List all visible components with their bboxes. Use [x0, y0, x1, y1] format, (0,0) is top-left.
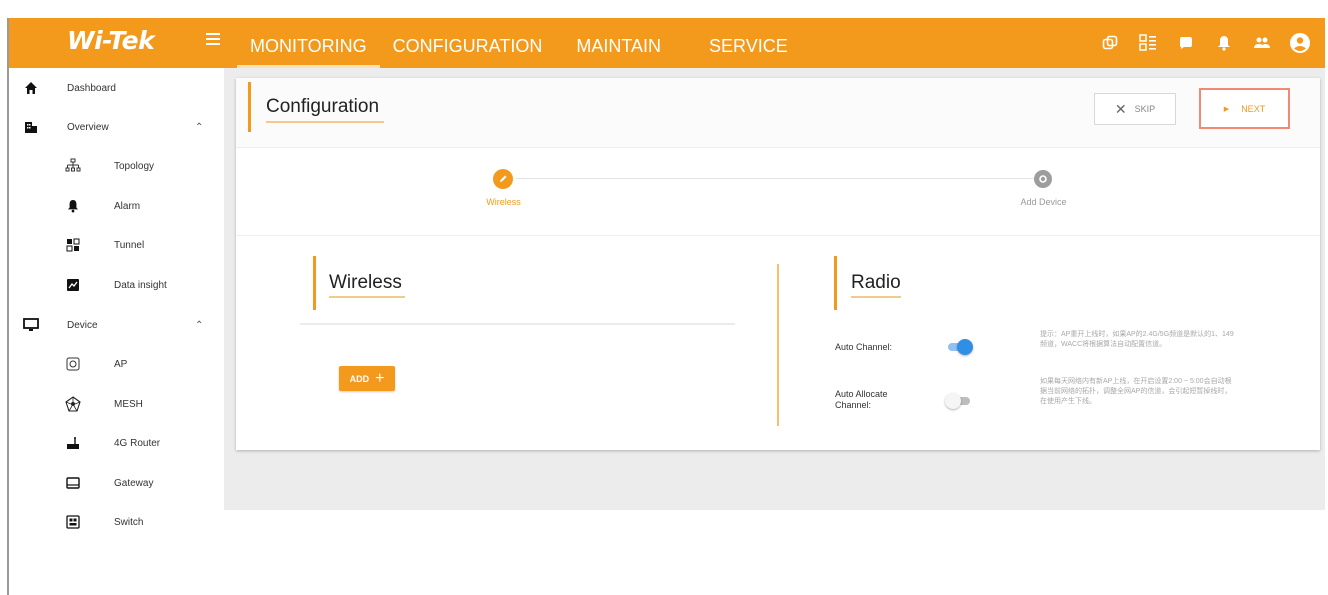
add-label: ADD: [349, 373, 370, 384]
monitor-icon: [23, 317, 39, 333]
sidebar-item-label: 4G Router: [114, 437, 161, 449]
sidebar-item-switch[interactable]: Switch: [9, 504, 224, 540]
radio-title-underline: [851, 296, 901, 298]
sidebar-item-label: Overview: [67, 121, 109, 133]
sidebar-item-dashboard[interactable]: Dashboard: [9, 70, 224, 106]
qr-grid-icon[interactable]: [1137, 32, 1159, 54]
sidebar-item-label: Topology: [114, 160, 155, 172]
home-icon: [23, 80, 39, 96]
tunnel-icon: [65, 237, 81, 253]
step-wireless-label[interactable]: Wireless: [481, 197, 526, 207]
stepper: Wireless Add Device: [236, 149, 1320, 236]
sidebar-item-ap[interactable]: AP: [9, 346, 224, 382]
gateway-icon: [65, 475, 81, 491]
section-divider: [777, 264, 779, 426]
mesh-icon: [65, 396, 81, 412]
sidebar-item-gateway[interactable]: Gateway: [9, 465, 224, 501]
switch-icon: [65, 514, 81, 530]
app-window: Wi-Tek MONITORING CONFIGURATION MAINTAIN…: [0, 0, 1328, 595]
sidebar-item-label: Gateway: [114, 477, 154, 489]
plus-icon: +: [375, 369, 385, 387]
settings-icon[interactable]: [1034, 170, 1052, 188]
play-icon: ▶: [1223, 105, 1230, 113]
sidebar-item-overview[interactable]: Overview ⌃: [9, 109, 224, 145]
nav-configuration[interactable]: CONFIGURATION: [380, 18, 556, 68]
nav-service[interactable]: SERVICE: [696, 18, 801, 68]
auto-allocate-toggle[interactable]: [945, 393, 975, 409]
sidebar-item-mesh[interactable]: MESH: [9, 386, 224, 422]
radio-title: Radio: [851, 272, 901, 293]
wireless-divider: [300, 323, 735, 325]
link-icon[interactable]: [1099, 32, 1121, 54]
chevron-up-icon[interactable]: ⌃: [195, 320, 203, 331]
sidebar-item-label: Alarm: [114, 200, 141, 212]
wireless-title: Wireless: [329, 272, 402, 293]
chevron-up-icon[interactable]: ⌃: [195, 122, 203, 133]
chat-icon[interactable]: [1175, 32, 1197, 54]
sidebar-item-alarm[interactable]: Alarm: [9, 188, 224, 224]
menu-toggle-icon[interactable]: [206, 33, 220, 45]
step-add-device-label[interactable]: Add Device: [1011, 197, 1076, 207]
page-title: Configuration: [266, 96, 380, 117]
configuration-card: Configuration ✕ SKIP ▶ NEXT Wireless Add…: [236, 78, 1320, 450]
sidebar: Dashboard Overview ⌃ Topology Alarm Tunn…: [9, 68, 224, 595]
users-icon[interactable]: [1251, 32, 1273, 54]
close-icon: ✕: [1114, 100, 1127, 117]
next-label: NEXT: [1241, 103, 1266, 114]
auto-channel-toggle[interactable]: [945, 339, 975, 355]
sidebar-item-tunnel[interactable]: Tunnel: [9, 227, 224, 263]
chart-icon: [65, 277, 81, 293]
topology-icon: [65, 158, 81, 174]
wireless-accent-bar: [313, 256, 316, 310]
radio-accent-bar: [834, 256, 837, 310]
edit-icon[interactable]: [493, 169, 513, 189]
ap-icon: [65, 356, 81, 372]
bell-icon[interactable]: [1213, 32, 1235, 54]
card-header: Configuration ✕ SKIP ▶ NEXT: [236, 78, 1320, 148]
top-bar: Wi-Tek MONITORING CONFIGURATION MAINTAIN…: [9, 18, 1325, 68]
sidebar-item-label: Tunnel: [114, 239, 145, 251]
title-underline: [266, 121, 384, 123]
brand-logo[interactable]: Wi-Tek: [67, 22, 167, 62]
skip-button[interactable]: ✕ SKIP: [1094, 93, 1176, 125]
main-nav: MONITORING CONFIGURATION MAINTAIN SERVIC…: [237, 18, 801, 68]
account-icon[interactable]: [1289, 32, 1311, 54]
router-icon: [65, 435, 81, 451]
nav-maintain[interactable]: MAINTAIN: [563, 18, 674, 68]
auto-allocate-label: Auto Allocate Channel:: [835, 389, 888, 410]
auto-channel-hint: 提示：AP重开上线时，如果AP的2.4G/5G频道是默认的1、149频道，WAC…: [1040, 331, 1234, 348]
top-icon-group: [1099, 18, 1311, 68]
sidebar-item-data-insight[interactable]: Data insight: [9, 267, 224, 303]
sidebar-item-4g-router[interactable]: 4G Router: [9, 425, 224, 461]
wireless-title-underline: [329, 296, 405, 298]
sidebar-item-topology[interactable]: Topology: [9, 148, 224, 184]
sidebar-item-label: Data insight: [114, 279, 167, 291]
auto-allocate-hint: 如果每天网络内有新AP上线，在开启设置2:00 ~ 5:00会自动根据当前网络的…: [1040, 378, 1232, 405]
add-wireless-button[interactable]: ADD +: [339, 366, 395, 391]
logo-text: Wi-Tek: [67, 26, 155, 55]
title-accent-bar: [248, 82, 251, 132]
skip-label: SKIP: [1134, 104, 1156, 114]
sidebar-item-label: Switch: [114, 516, 144, 528]
sidebar-item-device[interactable]: Device ⌃: [9, 307, 224, 343]
nav-monitoring[interactable]: MONITORING: [237, 18, 380, 68]
sidebar-item-label: AP: [114, 358, 128, 370]
auto-channel-label: Auto Channel:: [835, 342, 893, 352]
bell-icon: [65, 198, 81, 214]
sidebar-item-label: Device: [67, 319, 98, 331]
step-connector: [516, 178, 1036, 179]
sidebar-item-label: MESH: [114, 398, 143, 410]
next-button[interactable]: ▶ NEXT: [1199, 88, 1290, 129]
building-icon: [23, 119, 39, 135]
sidebar-item-label: Dashboard: [67, 82, 116, 94]
